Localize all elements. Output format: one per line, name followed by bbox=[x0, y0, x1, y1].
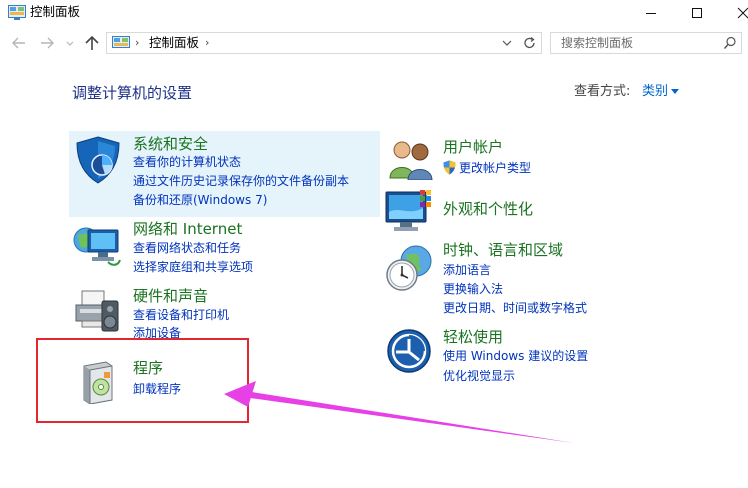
shield-icon bbox=[76, 136, 120, 184]
link-optimize-display[interactable]: 优化视觉显示 bbox=[443, 369, 515, 384]
control-panel-icon bbox=[112, 36, 130, 48]
category-title-ease-of-access[interactable]: 轻松使用 bbox=[443, 328, 503, 347]
ease-of-access-icon bbox=[387, 329, 431, 373]
minimize-button[interactable] bbox=[628, 0, 674, 26]
close-button[interactable] bbox=[720, 0, 748, 26]
link-network-status[interactable]: 查看网络状态和任务 bbox=[133, 241, 241, 256]
back-arrow-icon[interactable] bbox=[10, 34, 28, 52]
page-title: 调整计算机的设置 bbox=[72, 84, 193, 102]
category-title-hardware[interactable]: 硬件和声音 bbox=[133, 287, 208, 306]
link-file-history[interactable]: 通过文件历史记录保存你的文件备份副本 bbox=[133, 174, 349, 189]
category-title-user-accounts[interactable]: 用户帐户 bbox=[443, 138, 503, 157]
link-view-computer-status[interactable]: 查看你的计算机状态 bbox=[133, 155, 241, 170]
category-title-network[interactable]: 网络和 Internet bbox=[133, 220, 242, 239]
search-icon[interactable] bbox=[723, 36, 737, 50]
printer-speaker-icon bbox=[75, 290, 119, 332]
recent-locations-chevron-icon[interactable] bbox=[64, 34, 76, 52]
uac-shield-icon bbox=[443, 160, 456, 175]
refresh-icon[interactable] bbox=[521, 35, 539, 51]
maximize-icon bbox=[692, 8, 702, 18]
highlight-box bbox=[36, 338, 249, 423]
clock-globe-icon bbox=[386, 245, 432, 291]
chevron-down-icon[interactable] bbox=[499, 35, 515, 51]
link-change-date-format[interactable]: 更改日期、时间或数字格式 bbox=[443, 301, 587, 316]
close-icon bbox=[737, 7, 748, 19]
title-bar: 控制面板 bbox=[0, 0, 748, 28]
link-devices-printers[interactable]: 查看设备和打印机 bbox=[133, 308, 229, 323]
link-change-account-type[interactable]: 更改帐户类型 bbox=[459, 161, 531, 176]
breadcrumb-separator[interactable]: › bbox=[135, 36, 139, 50]
control-panel-icon bbox=[8, 5, 26, 20]
view-by-label: 查看方式: bbox=[574, 84, 631, 99]
link-recommended-settings[interactable]: 使用 Windows 建议的设置 bbox=[443, 349, 588, 364]
link-add-language[interactable]: 添加语言 bbox=[443, 263, 491, 278]
link-backup-restore[interactable]: 备份和还原(Windows 7) bbox=[133, 193, 267, 208]
maximize-button[interactable] bbox=[674, 0, 720, 26]
user-accounts-icon bbox=[389, 141, 433, 180]
caret-down-icon[interactable] bbox=[671, 89, 679, 94]
category-title-appearance[interactable]: 外观和个性化 bbox=[443, 200, 533, 219]
search-box[interactable]: 搜索控制面板 bbox=[550, 32, 742, 54]
network-globe-icon bbox=[73, 227, 121, 266]
search-input[interactable]: 搜索控制面板 bbox=[561, 36, 633, 51]
breadcrumb-separator[interactable]: › bbox=[205, 36, 209, 50]
up-arrow-icon[interactable] bbox=[82, 33, 102, 53]
forward-arrow-icon[interactable] bbox=[38, 34, 56, 52]
link-homegroup[interactable]: 选择家庭组和共享选项 bbox=[133, 260, 253, 275]
breadcrumb-control-panel[interactable]: 控制面板 bbox=[149, 35, 199, 51]
view-by-dropdown[interactable]: 类别 bbox=[642, 83, 668, 100]
link-change-input-method[interactable]: 更换输入法 bbox=[443, 282, 503, 297]
category-title-system-security[interactable]: 系统和安全 bbox=[133, 135, 208, 154]
appearance-monitor-icon bbox=[385, 190, 431, 231]
address-bar[interactable]: › 控制面板 › bbox=[106, 32, 542, 54]
window-title: 控制面板 bbox=[30, 4, 81, 19]
category-title-clock-region[interactable]: 时钟、语言和区域 bbox=[443, 241, 563, 260]
minimize-icon bbox=[646, 13, 656, 14]
